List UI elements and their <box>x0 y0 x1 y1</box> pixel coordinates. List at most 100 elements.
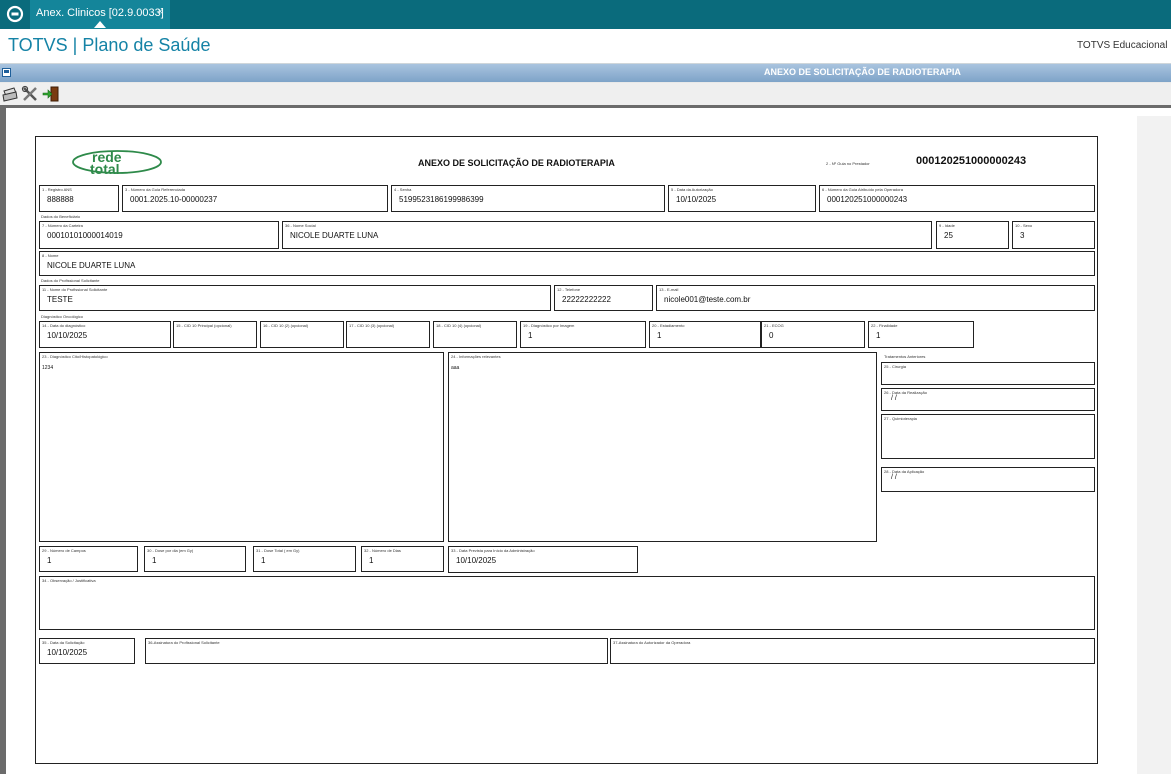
dose-total-label: 31 - Dose Total ( em Gy) <box>256 548 300 553</box>
data-aplicacao-value: / / <box>891 474 897 481</box>
quimioterapia-label: 27 - Quimioterapia <box>884 416 917 421</box>
registro-ans-value: 888888 <box>47 195 74 204</box>
guia-referenciada-field[interactable]: 3 - Número da Guia Referenciada 0001.202… <box>122 185 388 212</box>
info-relevantes-value: aaa <box>451 365 460 371</box>
guia-operadora-label: 6 - Número da Guia Atribuído pela Operad… <box>822 187 903 192</box>
organization-name[interactable]: TOTVS Educacional M <box>1077 40 1171 51</box>
senha-value: 5199523186199986399 <box>399 195 484 204</box>
ecog-label: 21 - ECOG <box>764 323 784 328</box>
cid-4-label: 18 - CID 10 (4) (opcional) <box>436 323 482 328</box>
cirurgia-field[interactable]: 25 - Cirurgia <box>881 362 1095 385</box>
radiotherapy-form: rede total ANEXO DE SOLICITAÇÃO DE RADIO… <box>35 136 1098 764</box>
data-diagnostico-value: 10/10/2025 <box>47 331 88 340</box>
section-tratamentos-anteriores: Tratamentos Anteriores <box>884 354 926 359</box>
num-campos-value: 1 <box>47 556 52 565</box>
data-autorizacao-value: 10/10/2025 <box>676 195 717 204</box>
guia-operadora-value: 000120251000000243 <box>827 195 908 204</box>
top-bar: Anex. Clinicos [02.9.0033] × <box>0 0 1171 29</box>
tools-icon[interactable] <box>21 85 39 103</box>
telefone-value: 22222222222 <box>562 295 611 304</box>
ecog-value: 0 <box>769 331 774 340</box>
finalidade-label: 22 - Finalidade <box>871 323 898 328</box>
window-icon <box>2 68 11 77</box>
data-solicitacao-value: 10/10/2025 <box>47 648 88 657</box>
observacao-label: 34 - Observação / Justificativa <box>42 578 96 583</box>
app-title: TOTVS | Plano de Saúde <box>8 35 211 55</box>
sexo-label: 10 - Sexo <box>1015 223 1033 228</box>
dose-dia-label: 30 - Dose por dia (em Gy) <box>147 548 194 553</box>
toolbar <box>0 83 1171 105</box>
guia-prestador-number: 000120251000000243 <box>916 155 1027 167</box>
quimioterapia-field[interactable]: 27 - Quimioterapia <box>881 414 1095 459</box>
cid-3-field[interactable]: 17 - CID 10 (3) (opcional) <box>346 321 430 348</box>
estadiamento-field[interactable]: 20 - Estadiamento 1 <box>649 321 761 348</box>
idade-label: 9 - Idade <box>939 223 955 228</box>
tab-label: Anex. Clinicos [02.9.0033] <box>36 7 164 19</box>
profissional-field[interactable]: 11 - Nome do Profissional Solicitante TE… <box>39 285 551 311</box>
section-diagnostico: Diagnóstico Oncológico <box>41 314 84 319</box>
tab-close-icon[interactable]: × <box>157 6 163 18</box>
data-diagnostico-field[interactable]: 14 - Data do diagnóstico 10/10/2025 <box>39 321 171 348</box>
data-prevista-field[interactable]: 33 - Data Prevista para Início da Admini… <box>448 546 638 573</box>
ecog-field[interactable]: 21 - ECOG 0 <box>761 321 865 348</box>
nome-field[interactable]: 8 - Nome NICOLE DUARTE LUNA <box>39 251 1095 276</box>
observacao-field[interactable]: 34 - Observação / Justificativa <box>39 576 1095 630</box>
guia-referenciada-value: 0001.2025.10-00000237 <box>130 195 218 204</box>
diag-cito-label: 23 - Diagnóstico Cito/Histopatológico <box>42 354 108 359</box>
cid-4-field[interactable]: 18 - CID 10 (4) (opcional) <box>433 321 517 348</box>
diag-imagem-field[interactable]: 19 - Diagnóstico por Imagem 1 <box>520 321 646 348</box>
guia-operadora-field[interactable]: 6 - Número da Guia Atribuído pela Operad… <box>819 185 1095 212</box>
cid-principal-field[interactable]: 15 - CID 10 Principal (opcional) <box>173 321 257 348</box>
num-campos-label: 29 - Número de Campos <box>42 548 86 553</box>
nome-social-label: 36 - Nome Social <box>285 223 316 228</box>
window-title: ANEXO DE SOLICITAÇÃO DE RADIOTERAPIA <box>764 67 961 77</box>
dose-total-value: 1 <box>261 556 266 565</box>
num-dias-label: 32 - Número de Dias <box>364 548 401 553</box>
guia-referenciada-label: 3 - Número da Guia Referenciada <box>125 187 186 192</box>
info-relevantes-field[interactable]: 24 - Informações relevantes aaa <box>448 352 877 542</box>
form-title: ANEXO DE SOLICITAÇÃO DE RADIOTERAPIA <box>418 158 615 168</box>
data-diagnostico-label: 14 - Data do diagnóstico <box>42 323 86 328</box>
totvs-logo-icon[interactable] <box>6 5 24 23</box>
senha-label: 4 - Senha <box>394 187 412 192</box>
profissional-value: TESTE <box>47 295 73 304</box>
cid-2-field[interactable]: 16 - CID 10 (2) (opcional) <box>260 321 344 348</box>
registro-ans-field[interactable]: 1 - Registro ANS 888888 <box>39 185 119 212</box>
idade-field[interactable]: 9 - Idade 25 <box>936 221 1009 249</box>
exit-icon[interactable] <box>42 85 60 103</box>
nome-social-field[interactable]: 36 - Nome Social NICOLE DUARTE LUNA <box>282 221 932 249</box>
section-profissional: Dados do Profissional Solicitante <box>41 278 100 283</box>
tab-anex-clinicos[interactable]: Anex. Clinicos [02.9.0033] × <box>30 0 170 29</box>
finalidade-field[interactable]: 22 - Finalidade 1 <box>868 321 974 348</box>
telefone-field[interactable]: 12 - Telefone 22222222222 <box>554 285 653 311</box>
profissional-label: 11 - Nome do Profissional Solicitante <box>42 287 108 292</box>
printer-icon[interactable] <box>1 85 19 103</box>
diag-imagem-label: 19 - Diagnóstico por Imagem <box>523 323 575 328</box>
info-relevantes-label: 24 - Informações relevantes <box>451 354 501 359</box>
sexo-value: 3 <box>1020 231 1025 240</box>
sexo-field[interactable]: 10 - Sexo 3 <box>1012 221 1095 249</box>
cirurgia-label: 25 - Cirurgia <box>884 364 907 369</box>
num-campos-field[interactable]: 29 - Número de Campos 1 <box>39 546 138 572</box>
window-title-bar: ANEXO DE SOLICITAÇÃO DE RADIOTERAPIA <box>0 64 1171 82</box>
email-field[interactable]: 13 - E-mail nicole001@teste.com.br <box>656 285 1095 311</box>
data-prevista-value: 10/10/2025 <box>456 556 497 565</box>
dose-total-field[interactable]: 31 - Dose Total ( em Gy) 1 <box>253 546 356 572</box>
diag-cito-field[interactable]: 23 - Diagnóstico Cito/Histopatológico 12… <box>39 352 444 542</box>
registro-ans-label: 1 - Registro ANS <box>42 187 72 192</box>
assinatura-operadora-field[interactable]: 37-Assinatura do Autorizador da Operador… <box>610 638 1095 664</box>
assinatura-profissional-field[interactable]: 36-Assinatura do Profissional Solicitant… <box>145 638 608 664</box>
estadiamento-label: 20 - Estadiamento <box>652 323 685 328</box>
num-dias-field[interactable]: 32 - Número de Dias 1 <box>361 546 444 572</box>
work-area-top-border <box>0 105 1171 108</box>
data-realizacao-field[interactable]: 26 - Data da Realização / / <box>881 388 1095 411</box>
dose-dia-field[interactable]: 30 - Dose por dia (em Gy) 1 <box>144 546 246 572</box>
data-autorizacao-field[interactable]: 5 - Data da Autorização 10/10/2025 <box>668 185 816 212</box>
nome-label: 8 - Nome <box>42 253 59 258</box>
senha-field[interactable]: 4 - Senha 5199523186199986399 <box>391 185 665 212</box>
data-autorizacao-label: 5 - Data da Autorização <box>671 187 713 192</box>
data-aplicacao-field[interactable]: 28 - Data da Aplicação / / <box>881 467 1095 492</box>
logo-text-bottom: total <box>90 161 120 177</box>
carteira-field[interactable]: 7 - Número da Carteira 00010101000014019 <box>39 221 279 249</box>
data-solicitacao-field[interactable]: 35 - Data da Solicitação 10/10/2025 <box>39 638 135 664</box>
